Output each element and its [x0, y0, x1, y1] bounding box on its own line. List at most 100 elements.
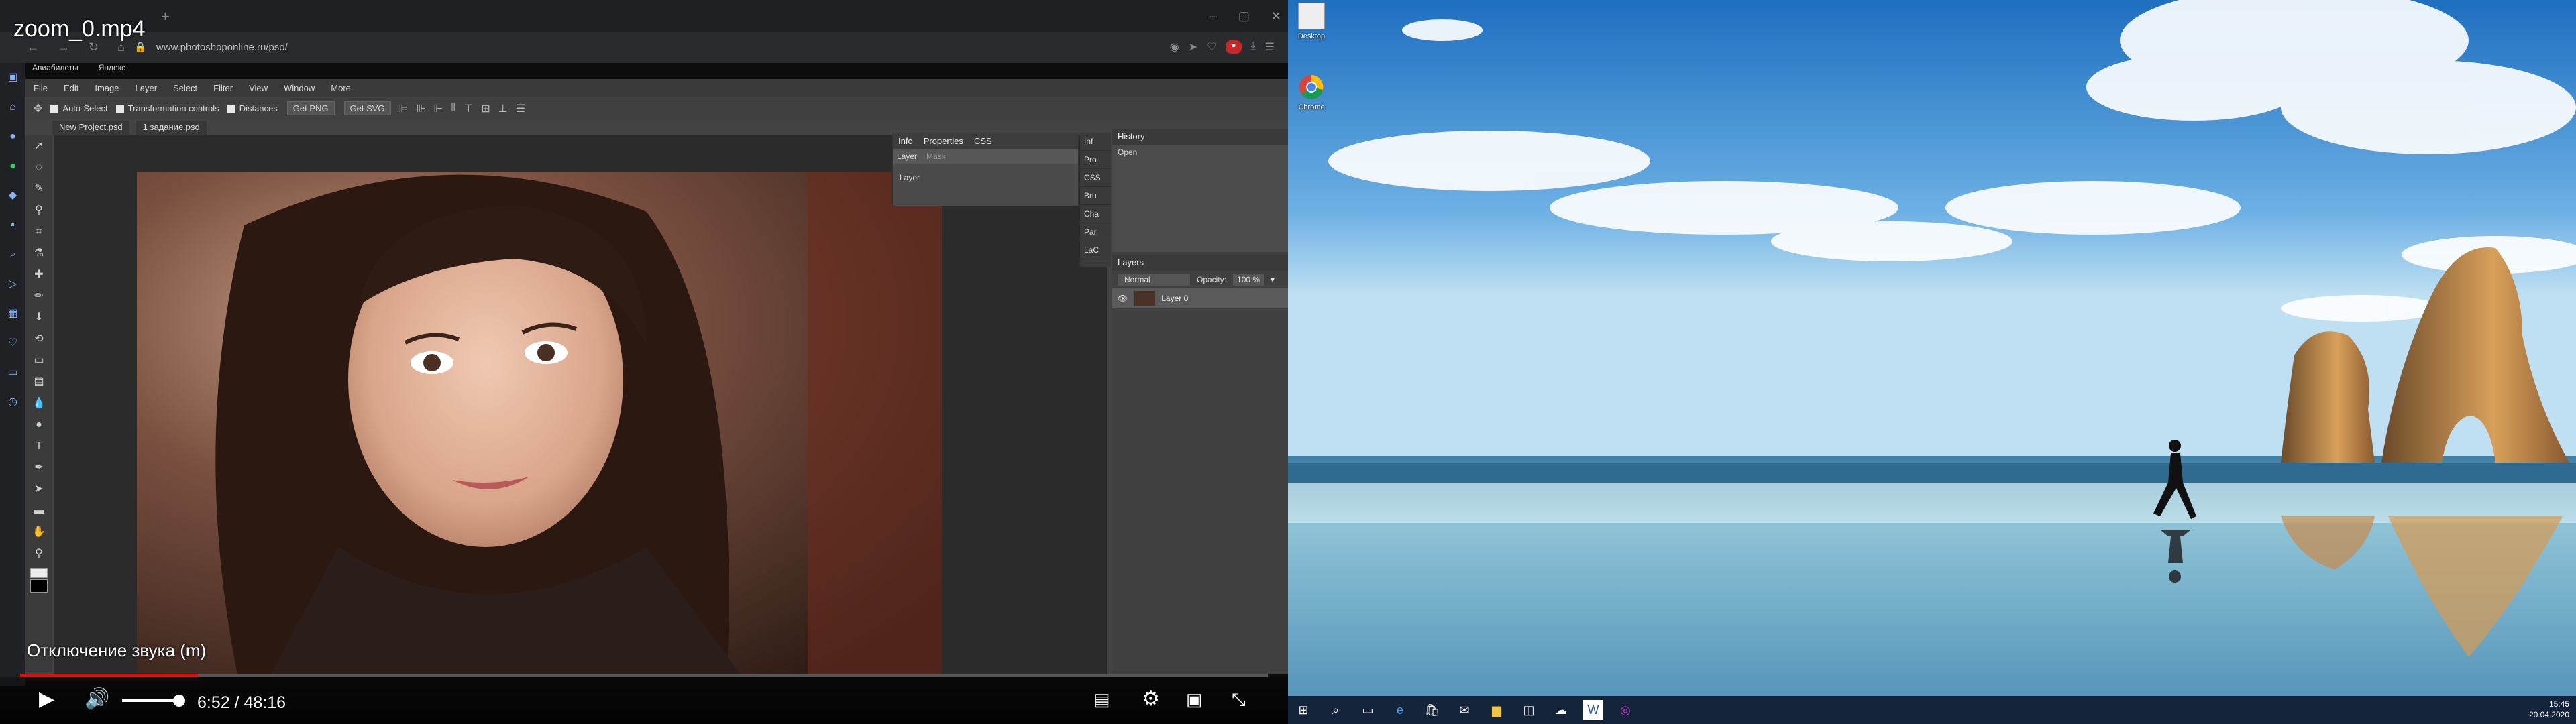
volume-slider[interactable] [122, 699, 181, 702]
path-select-icon[interactable]: ➤ [25, 479, 52, 500]
search-sidebar-icon[interactable]: ⌕ [0, 240, 25, 269]
align-bottom-icon[interactable]: ⊥ [498, 102, 508, 115]
subtab-layer[interactable]: Layer [897, 152, 917, 161]
marquee-icon[interactable]: ◌ [25, 157, 52, 178]
menu-view[interactable]: View [241, 83, 276, 93]
miniplayer-icon[interactable]: ▣ [1186, 689, 1203, 709]
chat-icon[interactable]: ◆ [0, 181, 25, 210]
history-brush-icon[interactable]: ⟲ [25, 328, 52, 350]
send-icon[interactable]: ➤ [1189, 40, 1197, 54]
home-icon[interactable]: ⌂ [117, 40, 125, 54]
address-bar[interactable]: 🔒 www.photoshoponline.ru/pso/ [134, 39, 1107, 56]
get-png-button[interactable]: Get PNG [286, 101, 335, 115]
search-icon[interactable]: ⌕ [1326, 700, 1346, 720]
hand-icon[interactable]: ✋ [25, 522, 52, 543]
history-title[interactable]: History [1112, 129, 1288, 145]
play-icon[interactable]: ▶ [39, 689, 54, 709]
opacity-input[interactable]: 100 % [1233, 274, 1265, 286]
align-left-icon[interactable]: ⊫ [399, 102, 409, 115]
bookmark-item[interactable]: Яндекс [99, 63, 125, 76]
menu-select[interactable]: Select [165, 83, 205, 93]
transform-checkbox[interactable] [115, 104, 124, 113]
zoom-icon[interactable]: ⚲ [25, 543, 52, 564]
healing-icon[interactable]: ✚ [25, 264, 52, 286]
move-tool-icon[interactable]: ✥ [34, 102, 42, 115]
chevron-down-icon[interactable]: ▾ [1271, 275, 1275, 284]
get-svg-button[interactable]: Get SVG [343, 101, 391, 115]
text-icon[interactable]: T [25, 436, 52, 457]
tab-properties[interactable]: Properties [918, 133, 969, 149]
eraser-icon[interactable]: ▭ [25, 350, 52, 371]
whatsapp-icon[interactable]: ● [0, 152, 25, 181]
collapsed-panel-item[interactable]: Cha [1080, 205, 1111, 223]
align-center-icon[interactable]: ⊪ [416, 102, 425, 115]
app-icon[interactable]: ◫ [1519, 700, 1539, 720]
eye-icon[interactable]: 👁 [1118, 294, 1128, 303]
media-app-icon[interactable]: ◎ [1615, 700, 1635, 720]
menu-icon[interactable]: ☰ [1265, 40, 1275, 54]
collapsed-panel-item[interactable]: Pro [1080, 151, 1111, 169]
lasso-icon[interactable]: ✎ [25, 178, 52, 200]
download-icon[interactable]: ⤓ [1251, 40, 1256, 54]
card-sidebar-icon[interactable]: ▭ [0, 358, 25, 387]
folder-icon[interactable]: ▆ [1487, 700, 1507, 720]
mail-icon[interactable]: ✉ [1454, 700, 1474, 720]
gradient-icon[interactable]: ▤ [25, 371, 52, 393]
menu-image[interactable]: Image [87, 83, 127, 93]
close-window-icon[interactable]: ✕ [1271, 9, 1281, 23]
menu-window[interactable]: Window [276, 83, 323, 93]
bookmark-item[interactable]: Авиабилеты [32, 63, 78, 76]
start-icon[interactable]: ⊞ [1293, 700, 1313, 720]
play-sidebar-icon[interactable]: ▷ [0, 269, 25, 299]
back-icon[interactable]: ← [27, 40, 39, 54]
desktop-icon[interactable]: Desktop [1288, 3, 1335, 40]
align-top-icon[interactable]: ⊤ [464, 102, 473, 115]
word-icon[interactable]: W [1583, 700, 1603, 720]
messenger-icon[interactable]: ● [0, 122, 25, 152]
blur-icon[interactable]: 💧 [25, 393, 52, 414]
history-sidebar-icon[interactable]: ◷ [0, 387, 25, 417]
doc-tab[interactable]: 1 задание.psd [136, 121, 207, 135]
cloud-icon[interactable]: ☁ [1551, 700, 1571, 720]
shape-icon[interactable]: ▬ [25, 500, 52, 522]
heart-icon[interactable]: ♡ [1207, 40, 1216, 54]
dodge-icon[interactable]: ● [25, 414, 52, 436]
tab-css[interactable]: CSS [969, 133, 998, 149]
edge-icon[interactable]: e [1390, 700, 1410, 720]
pen-icon[interactable]: ✒ [25, 457, 52, 479]
camera-icon[interactable]: ◉ [1170, 40, 1179, 54]
minimize-icon[interactable]: – [1210, 9, 1217, 23]
menu-filter[interactable]: Filter [205, 83, 241, 93]
menu-file[interactable]: File [25, 83, 56, 93]
magic-wand-icon[interactable]: ⚲ [25, 200, 52, 221]
collapsed-panel-item[interactable]: Inf [1080, 133, 1111, 151]
desktop-icon[interactable]: Chrome [1288, 74, 1335, 111]
collapsed-panel-item[interactable]: Par [1080, 223, 1111, 241]
stamp-icon[interactable]: ⬇ [25, 307, 52, 328]
volume-knob[interactable] [173, 695, 185, 707]
volume-icon[interactable]: 🔊 [85, 689, 109, 709]
favorite-sidebar-icon[interactable]: ♡ [0, 328, 25, 358]
background-swatch[interactable] [30, 579, 48, 593]
distribute-vertical-icon[interactable]: ☰ [516, 102, 525, 115]
align-right-icon[interactable]: ⊩ [433, 102, 443, 115]
record-badge-icon[interactable]: ● [1226, 40, 1242, 54]
history-item[interactable]: Open [1118, 147, 1283, 157]
crop-icon[interactable]: ⌗ [25, 221, 52, 243]
doc-tab[interactable]: New Project.psd [52, 121, 129, 135]
new-tab-icon[interactable]: + [161, 8, 170, 25]
vk-icon[interactable]: ▪ [0, 210, 25, 240]
foreground-swatch[interactable] [30, 568, 48, 578]
distribute-icon[interactable]: ⦀ [451, 103, 455, 115]
brush-icon[interactable]: ✏ [25, 286, 52, 307]
layers-title[interactable]: Layers [1112, 255, 1288, 271]
auto-select-checkbox[interactable] [50, 104, 59, 113]
tab-info[interactable]: Info [893, 133, 918, 149]
video-player[interactable]: + – ▢ ✕ zoom_0.mp4 ← → ↻ ⌂ 🔒 www.photosh… [0, 0, 1288, 724]
menu-more[interactable]: More [323, 83, 359, 93]
store-icon[interactable]: 🛍 [1422, 700, 1442, 720]
menu-layer[interactable]: Layer [127, 83, 166, 93]
subtitles-icon[interactable]: ▤ [1093, 689, 1110, 709]
eyedropper-icon[interactable]: ⚗ [25, 243, 52, 264]
settings-icon[interactable]: ⚙ [1142, 689, 1160, 709]
